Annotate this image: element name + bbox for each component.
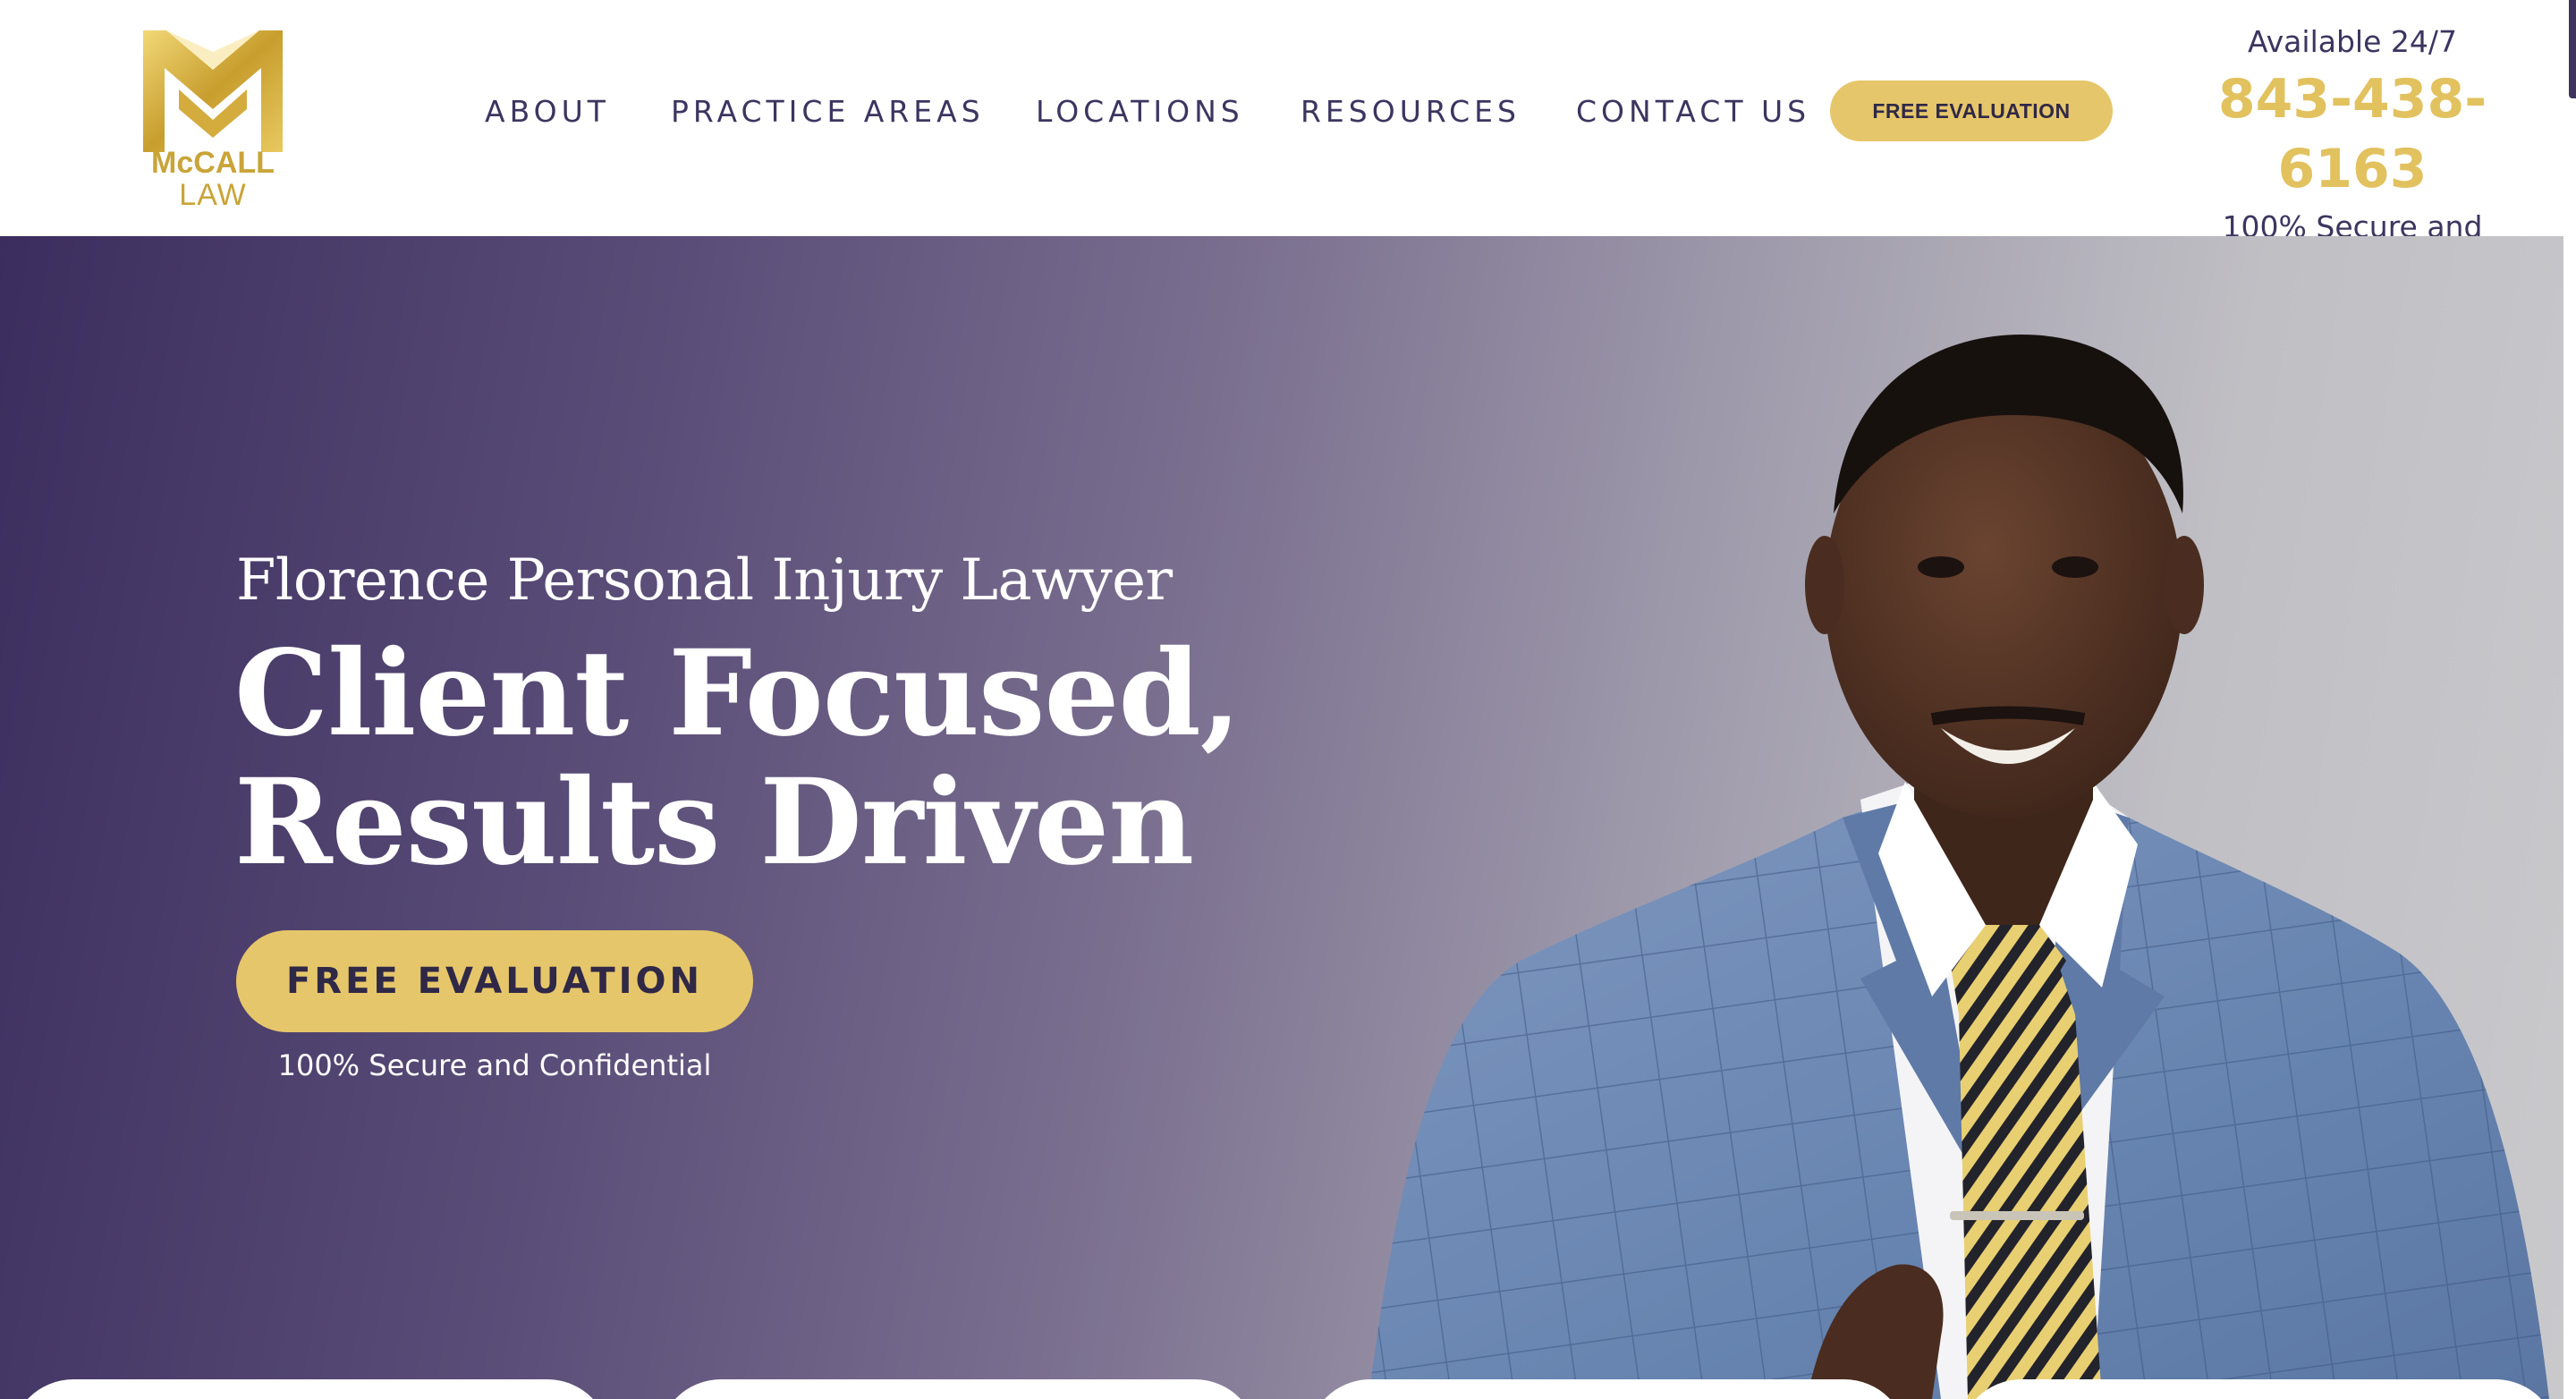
nav-item-practice-areas[interactable]: PRACTICE AREAS: [671, 94, 985, 129]
feature-card-1[interactable]: [11, 1379, 610, 1399]
feature-card-3[interactable]: [1308, 1379, 1907, 1399]
feature-card-4[interactable]: [1959, 1379, 2558, 1399]
nav-item-locations[interactable]: LOCATIONS: [1036, 94, 1244, 129]
attorney-portrait-icon: [1368, 335, 2549, 1399]
feature-card-2[interactable]: [658, 1379, 1258, 1399]
hero-section: Florence Personal Injury Lawyer Client F…: [0, 236, 2563, 1399]
mccall-law-logo[interactable]: McCALL LAW: [140, 27, 286, 212]
phone-number-link[interactable]: 843-438-6163: [2147, 64, 2558, 204]
hero-subtitle: Florence Personal Injury Lawyer: [236, 547, 1173, 614]
headline-line-2: Results Driven: [234, 753, 1194, 892]
header-free-evaluation-button[interactable]: FREE EVALUATION: [1830, 81, 2113, 141]
site-header: McCALL LAW ABOUT PRACTICE AREAS LOCATION…: [0, 0, 2576, 287]
logo-wordmark: McCALL: [151, 146, 275, 180]
scrollbar-thumb[interactable]: [2569, 0, 2576, 98]
nav-item-resources[interactable]: RESOURCES: [1301, 94, 1521, 129]
availability-text: Available 24/7: [2248, 24, 2457, 59]
nav-item-contact-us[interactable]: CONTACT US: [1576, 94, 1810, 129]
hero-headline: Client Focused, Results Driven: [234, 630, 1241, 887]
hero-secure-note: 100% Secure and Confidential: [277, 1048, 712, 1082]
m-monogram-icon: [143, 30, 283, 152]
page-right-gutter: [2563, 236, 2576, 1399]
hero-free-evaluation-button[interactable]: FREE EVALUATION: [236, 930, 753, 1032]
headline-line-1: Client Focused,: [234, 624, 1241, 763]
nav-item-about[interactable]: ABOUT: [485, 94, 610, 129]
logo-subwordmark: LAW: [179, 178, 247, 212]
